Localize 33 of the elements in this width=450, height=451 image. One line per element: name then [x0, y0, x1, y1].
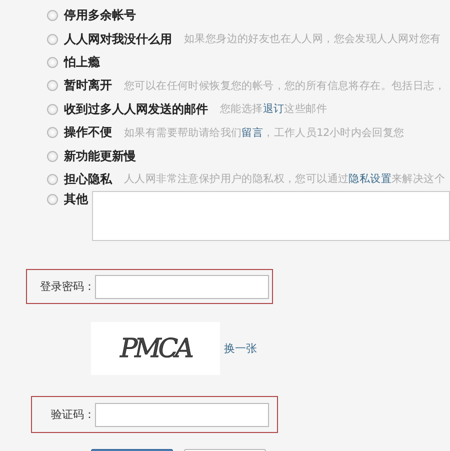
reason-label: 人人网对我没什么用	[64, 30, 172, 48]
refresh-captcha-link[interactable]: 换一张	[224, 341, 257, 356]
reason-label: 收到过多人人网发送的邮件	[64, 100, 208, 118]
reason-label: 暂时离开	[64, 77, 112, 94]
radio-button[interactable]	[47, 150, 58, 162]
reason-label: 怕上瘾	[64, 54, 100, 71]
radio-button[interactable]	[47, 127, 58, 138]
description-link[interactable]: 隐私设置	[348, 173, 392, 186]
field-label: 登录密码：	[39, 279, 95, 294]
radio-button[interactable]	[47, 80, 58, 92]
reason-description: 如果您身边的好友也在人人网，您会发现人人网对您有	[184, 32, 441, 46]
field-label: 验证码：	[50, 407, 95, 422]
description-link[interactable]: 退订	[262, 103, 284, 116]
reason-description: 您能选择退订这些邮件	[220, 102, 328, 116]
reason-description: 如果有需要帮助请给我们留言，工作人员12小时内会回复您	[124, 126, 404, 140]
reason-label: 新功能更新慢	[64, 148, 136, 165]
radio-button[interactable]	[47, 10, 58, 22]
reason-description: 您可以在任何时候恢复您的帐号，您的所有信息将存在。包括日志，	[124, 78, 446, 93]
other-reason-field[interactable]	[92, 191, 450, 242]
captcha-image: PMCA	[91, 322, 220, 376]
radio-button[interactable]	[47, 194, 58, 206]
radio-button[interactable]	[47, 174, 58, 185]
radio-button[interactable]	[47, 34, 58, 45]
reason-label: 担心隐私	[64, 170, 112, 188]
reason-label: 操作不便	[64, 124, 112, 142]
reason-label: 其他	[64, 191, 88, 208]
radio-button[interactable]	[47, 104, 58, 115]
reason-label: 停用多余帐号	[64, 7, 136, 24]
reason-description: 人人网非常注意保护用户的隐私权，您可以通过隐私设置来解决这个	[124, 172, 446, 186]
radio-button[interactable]	[47, 56, 58, 68]
description-link[interactable]: 留言	[242, 126, 264, 139]
verification-field[interactable]	[95, 402, 269, 427]
password-field[interactable]	[95, 274, 269, 299]
